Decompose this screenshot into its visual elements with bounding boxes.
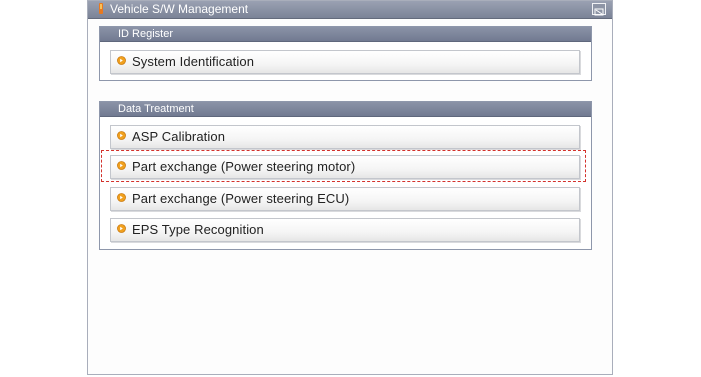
- menu-item-label: ASP Calibration: [132, 129, 226, 144]
- orange-bullet-icon: [117, 193, 126, 202]
- menu-item-label: EPS Type Recognition: [132, 222, 264, 237]
- orange-bullet-icon: [117, 56, 126, 65]
- menu-item-label: Part exchange (Power steering motor): [132, 159, 356, 174]
- panel-header-id-register: ID Register: [100, 27, 591, 42]
- orange-bullet-icon: [117, 131, 126, 140]
- menu-item-asp-calibration[interactable]: ASP Calibration: [110, 125, 580, 149]
- menu-item-part-exchange-ecu[interactable]: Part exchange (Power steering ECU): [110, 187, 580, 211]
- menu-item-label: Part exchange (Power steering ECU): [132, 191, 350, 206]
- window-title: Vehicle S/W Management: [110, 2, 249, 16]
- panel-header-data-treatment: Data Treatment: [100, 102, 591, 117]
- window-control-icon[interactable]: [592, 3, 606, 16]
- menu-item-system-identification[interactable]: System Identification: [110, 50, 580, 74]
- orange-bullet-icon: [117, 224, 126, 233]
- data-treatment-panel: Data Treatment ASP Calibration Part exch…: [99, 101, 592, 250]
- window-titlebar: Vehicle S/W Management: [88, 1, 612, 19]
- app-icon: [99, 3, 103, 14]
- menu-item-label: System Identification: [132, 54, 255, 69]
- id-register-panel: ID Register System Identification: [99, 26, 592, 81]
- menu-item-part-exchange-motor[interactable]: Part exchange (Power steering motor): [110, 155, 580, 179]
- menu-item-eps-type-recognition[interactable]: EPS Type Recognition: [110, 218, 580, 242]
- orange-bullet-icon: [117, 161, 126, 170]
- vehicle-sw-management-window: Vehicle S/W Management ID Register Syste…: [87, 0, 613, 375]
